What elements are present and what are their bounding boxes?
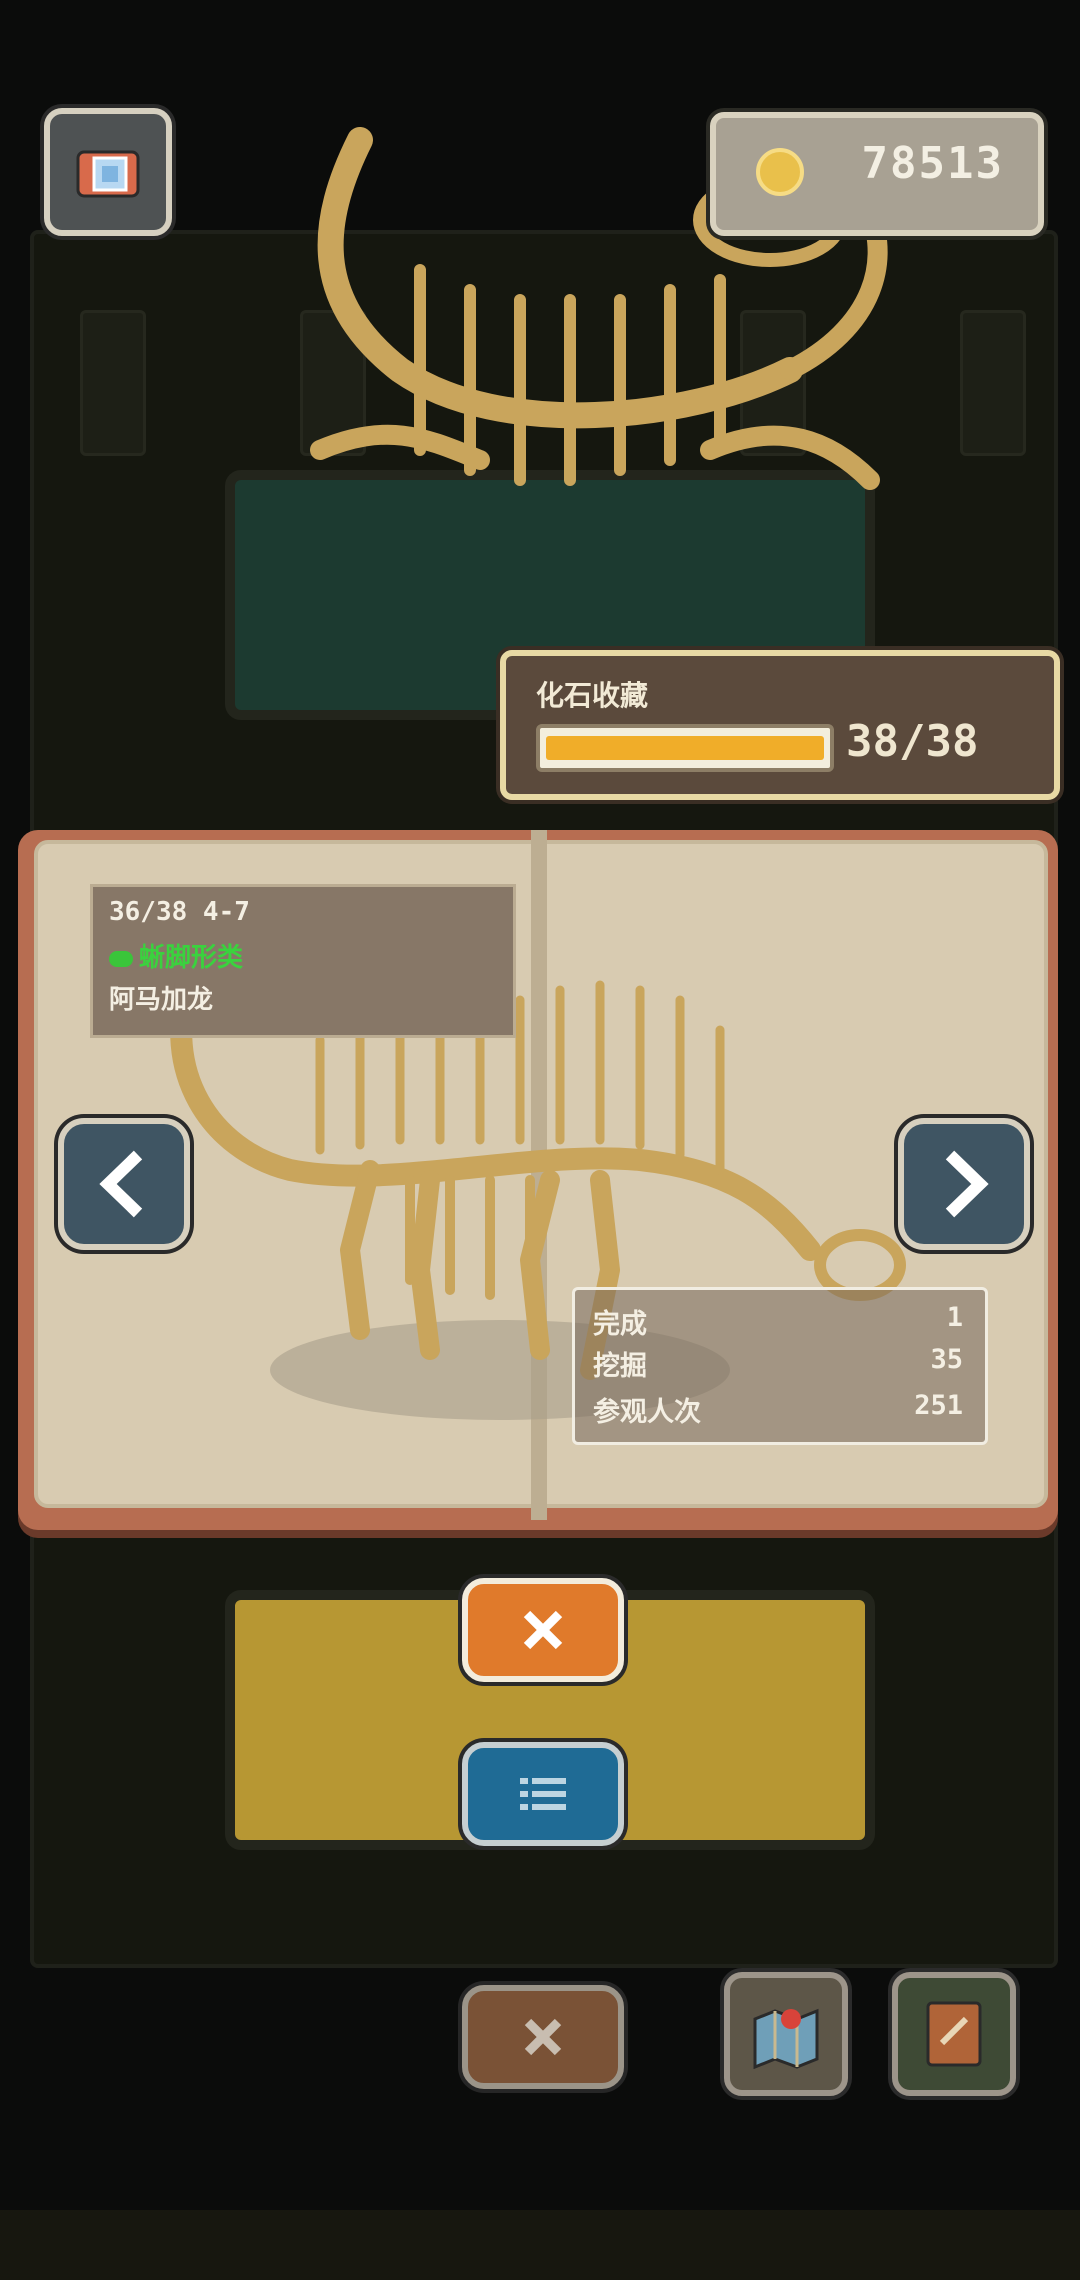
fossil-class: 蜥脚形类 (109, 937, 243, 974)
stat-row-complete: 完成 1 (593, 1302, 963, 1342)
collection-progress-fill (546, 736, 824, 760)
close-book-button[interactable] (462, 1578, 624, 1682)
camera-icon (76, 150, 140, 198)
stat-row-excavated: 挖掘 35 (593, 1344, 963, 1384)
collection-count: 38/38 (846, 716, 979, 767)
stat-value: 251 (914, 1390, 963, 1421)
floor-strip (0, 2210, 1080, 2280)
camera-button[interactable] (44, 108, 172, 236)
stat-label: 完成 (593, 1309, 647, 1340)
fossil-id: 36/38 4-7 (109, 897, 250, 927)
chevron-left-icon (99, 1150, 143, 1218)
stat-value: 35 (930, 1344, 963, 1375)
coin-count: 78513 (861, 138, 1004, 189)
exhibit-list-button[interactable] (462, 1742, 624, 1846)
fossil-name: 阿马加龙 (109, 985, 214, 1015)
stat-value: 1 (946, 1302, 963, 1333)
fossil-info-box: 36/38 4-7 蜥脚形类 阿马加龙 (90, 884, 516, 1038)
stat-label: 参观人次 (593, 1397, 701, 1428)
close-icon (524, 2018, 562, 2056)
collection-title: 化石收藏 (536, 679, 649, 712)
coin-icon (756, 148, 804, 196)
list-icon (520, 1778, 566, 1810)
class-indicator-icon (109, 950, 133, 967)
fossil-class-label: 蜥脚形类 (139, 943, 244, 973)
stat-label: 挖掘 (593, 1351, 647, 1382)
stat-row-visitors: 参观人次 251 (593, 1390, 963, 1430)
next-fossil-button[interactable] (898, 1118, 1030, 1250)
map-icon (753, 2008, 819, 2069)
previous-fossil-button[interactable] (58, 1118, 190, 1250)
coin-counter-panel: 78513 (710, 112, 1044, 236)
fossil-collection-panel: 化石收藏 38/38 (500, 650, 1060, 800)
map-button[interactable] (724, 1972, 848, 2096)
bottom-close-button[interactable] (462, 1985, 624, 2089)
chevron-right-icon (945, 1150, 989, 1218)
close-icon (523, 1610, 563, 1650)
hall-pillar (80, 310, 146, 456)
collection-progress-bar (536, 724, 834, 772)
journal-icon (926, 2001, 982, 2067)
journal-button[interactable] (892, 1972, 1016, 2096)
fossil-stats-box: 完成 1 挖掘 35 参观人次 251 (572, 1287, 988, 1445)
hall-pillar (960, 310, 1026, 456)
